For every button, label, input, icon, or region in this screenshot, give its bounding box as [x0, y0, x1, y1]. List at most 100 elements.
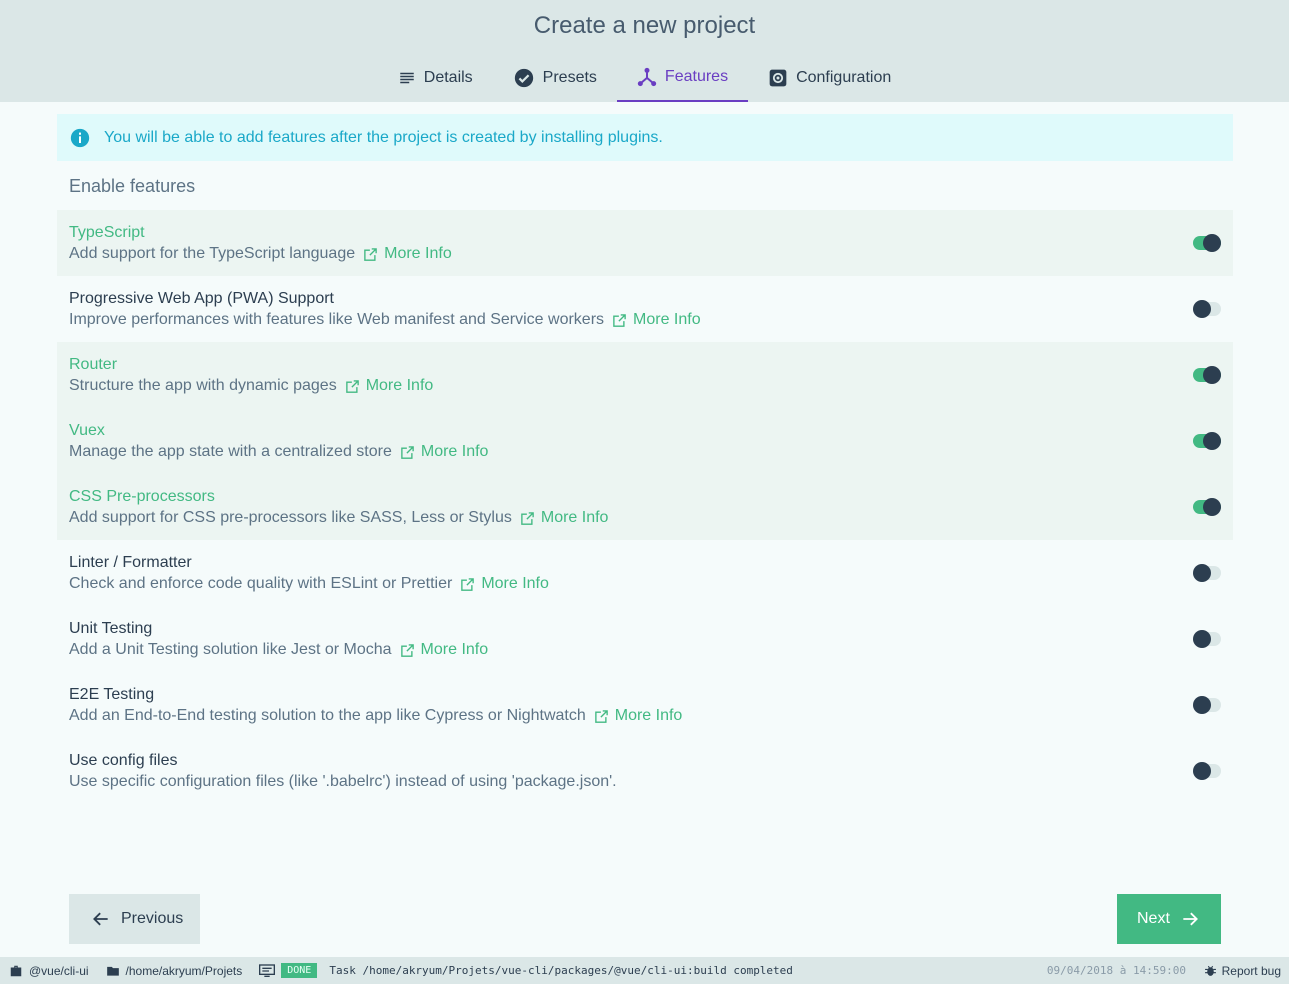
list-icon: [400, 72, 414, 83]
console-log[interactable]: DONE Task /home/akryum/Projets/vue-cli/p…: [259, 963, 793, 978]
more-info-label: More Info: [614, 707, 683, 724]
feature-toggle[interactable]: [1193, 366, 1221, 384]
section-title: Enable features: [69, 176, 196, 196]
tab-configuration[interactable]: Configuration: [748, 53, 911, 102]
more-info-link[interactable]: More Info: [460, 573, 549, 595]
feature-name: Vuex: [69, 422, 105, 439]
feature-row[interactable]: TypeScript Add support for the TypeScript…: [57, 210, 1233, 276]
open-in-new-icon: [521, 511, 534, 525]
folder-path-label: /home/akryum/Projets: [125, 963, 243, 978]
feature-description-line: Improve performances with features like …: [69, 309, 1233, 331]
status-badge: DONE: [281, 963, 318, 978]
feature-row[interactable]: Use config files Use specific configurati…: [57, 738, 1233, 804]
feature-name: Unit Testing: [69, 620, 153, 637]
arrow-right-icon: [1183, 912, 1198, 926]
more-info-label: More Info: [540, 509, 609, 526]
feature-toggle[interactable]: [1193, 564, 1221, 582]
feature-description-line: Manage the app state with a centralized …: [69, 441, 1233, 463]
feature-toggle[interactable]: [1193, 630, 1221, 648]
folder-path[interactable]: /home/akryum/Projets: [106, 963, 243, 978]
device-hub-icon: [637, 67, 657, 86]
feature-description: Use specific configuration files (like '…: [69, 773, 617, 790]
info-banner: You will be able to add features after t…: [57, 114, 1233, 161]
feature-description-line: Add support for the TypeScript language M…: [69, 243, 1233, 265]
info-icon: [70, 128, 90, 148]
tab-presets-label: Presets: [542, 68, 597, 86]
toggle-knob: [1193, 762, 1211, 780]
feature-name: CSS Pre-processors: [69, 488, 215, 505]
settings-box-icon: [769, 69, 787, 86]
feature-toggle[interactable]: [1193, 498, 1221, 516]
folder-icon: [106, 966, 119, 976]
more-info-link[interactable]: More Info: [400, 639, 489, 661]
next-button[interactable]: Next: [1117, 894, 1221, 944]
more-info-link[interactable]: More Info: [520, 507, 609, 529]
more-info-label: More Info: [384, 245, 452, 262]
more-info-link[interactable]: More Info: [612, 309, 701, 331]
feature-toggle[interactable]: [1193, 696, 1221, 714]
open-in-new-icon: [345, 379, 359, 393]
feature-toggle[interactable]: [1193, 234, 1221, 252]
feature-toggle[interactable]: [1193, 300, 1221, 318]
feature-row[interactable]: Unit Testing Add a Unit Testing solution …: [57, 606, 1233, 672]
feature-description: Add a Unit Testing solution like Jest or…: [69, 641, 392, 658]
toggle-knob: [1193, 696, 1211, 714]
feature-description-line: Add support for CSS pre-processors like …: [69, 507, 1233, 529]
feature-description: Manage the app state with a centralized …: [69, 443, 392, 460]
more-info-link[interactable]: More Info: [400, 441, 489, 463]
open-in-new-icon: [401, 445, 414, 459]
toggle-knob: [1193, 564, 1211, 582]
tab-configuration-label: Configuration: [796, 68, 892, 86]
more-info-label: More Info: [420, 641, 489, 658]
feature-row[interactable]: Linter / Formatter Check and enforce code…: [57, 540, 1233, 606]
console-icon: [259, 963, 276, 977]
feature-description-line: Add an End-to-End testing solution to th…: [69, 705, 1233, 727]
feature-description: Add an End-to-End testing solution to th…: [69, 707, 586, 724]
feature-name: Router: [69, 356, 118, 373]
header: Create a new project Details Presets Fea…: [0, 0, 1289, 102]
previous-button-label: Previous: [121, 910, 184, 927]
feature-description: Structure the app with dynamic pages: [69, 377, 337, 394]
previous-button[interactable]: Previous: [69, 894, 200, 944]
bug-icon: [1204, 965, 1216, 976]
tab-features[interactable]: Features: [616, 53, 749, 102]
toggle-knob: [1203, 498, 1221, 516]
open-in-new-icon: [461, 577, 475, 591]
feature-row[interactable]: Progressive Web App (PWA) Support Improve…: [57, 276, 1233, 342]
more-info-link[interactable]: More Info: [363, 243, 452, 265]
feature-row[interactable]: E2E Testing Add an End-to-End testing sol…: [57, 672, 1233, 738]
toggle-knob: [1203, 234, 1221, 252]
feature-name: Use config files: [69, 752, 178, 769]
report-bug-label: Report bug: [1221, 963, 1281, 978]
toggle-knob: [1203, 432, 1221, 450]
feature-list: TypeScript Add support for the TypeScript…: [57, 210, 1233, 804]
more-info-label: More Info: [420, 443, 489, 460]
log-timestamp: 09/04/2018 à 14:59:00: [1046, 964, 1186, 977]
feature-name: E2E Testing: [69, 686, 155, 703]
toggle-knob: [1193, 630, 1211, 648]
feature-description: Improve performances with features like …: [69, 311, 605, 328]
log-message: Task /home/akryum/Projets/vue-cli/packag…: [329, 964, 793, 977]
feature-description-line: Add a Unit Testing solution like Jest or…: [69, 639, 1233, 661]
tab-presets[interactable]: Presets: [493, 53, 617, 102]
feature-description: Check and enforce code quality with ESLi…: [69, 575, 453, 592]
check-circle-icon: [514, 68, 533, 87]
feature-row[interactable]: Router Structure the app with dynamic pag…: [57, 342, 1233, 408]
tab-details[interactable]: Details: [378, 53, 493, 102]
project-switcher[interactable]: @vue/cli-ui: [9, 964, 89, 978]
open-in-new-icon: [364, 247, 377, 261]
feature-row[interactable]: CSS Pre-processors Add support for CSS pr…: [57, 474, 1233, 540]
tab-details-label: Details: [423, 68, 473, 86]
feature-description: Add support for CSS pre-processors like …: [69, 509, 512, 526]
feature-toggle[interactable]: [1193, 432, 1221, 450]
toggle-knob: [1193, 300, 1211, 318]
report-bug-button[interactable]: Report bug: [1204, 964, 1281, 978]
page-title: Create a new project: [533, 12, 756, 39]
feature-row[interactable]: Vuex Manage the app state with a centrali…: [57, 408, 1233, 474]
feature-name: TypeScript: [69, 224, 145, 241]
feature-toggle[interactable]: [1193, 762, 1221, 780]
more-info-link[interactable]: More Info: [345, 375, 433, 397]
tab-features-label: Features: [664, 67, 729, 85]
status-bar: @vue/cli-ui /home/akryum/Projets DONE Ta…: [0, 957, 1289, 984]
more-info-link[interactable]: More Info: [594, 705, 683, 727]
